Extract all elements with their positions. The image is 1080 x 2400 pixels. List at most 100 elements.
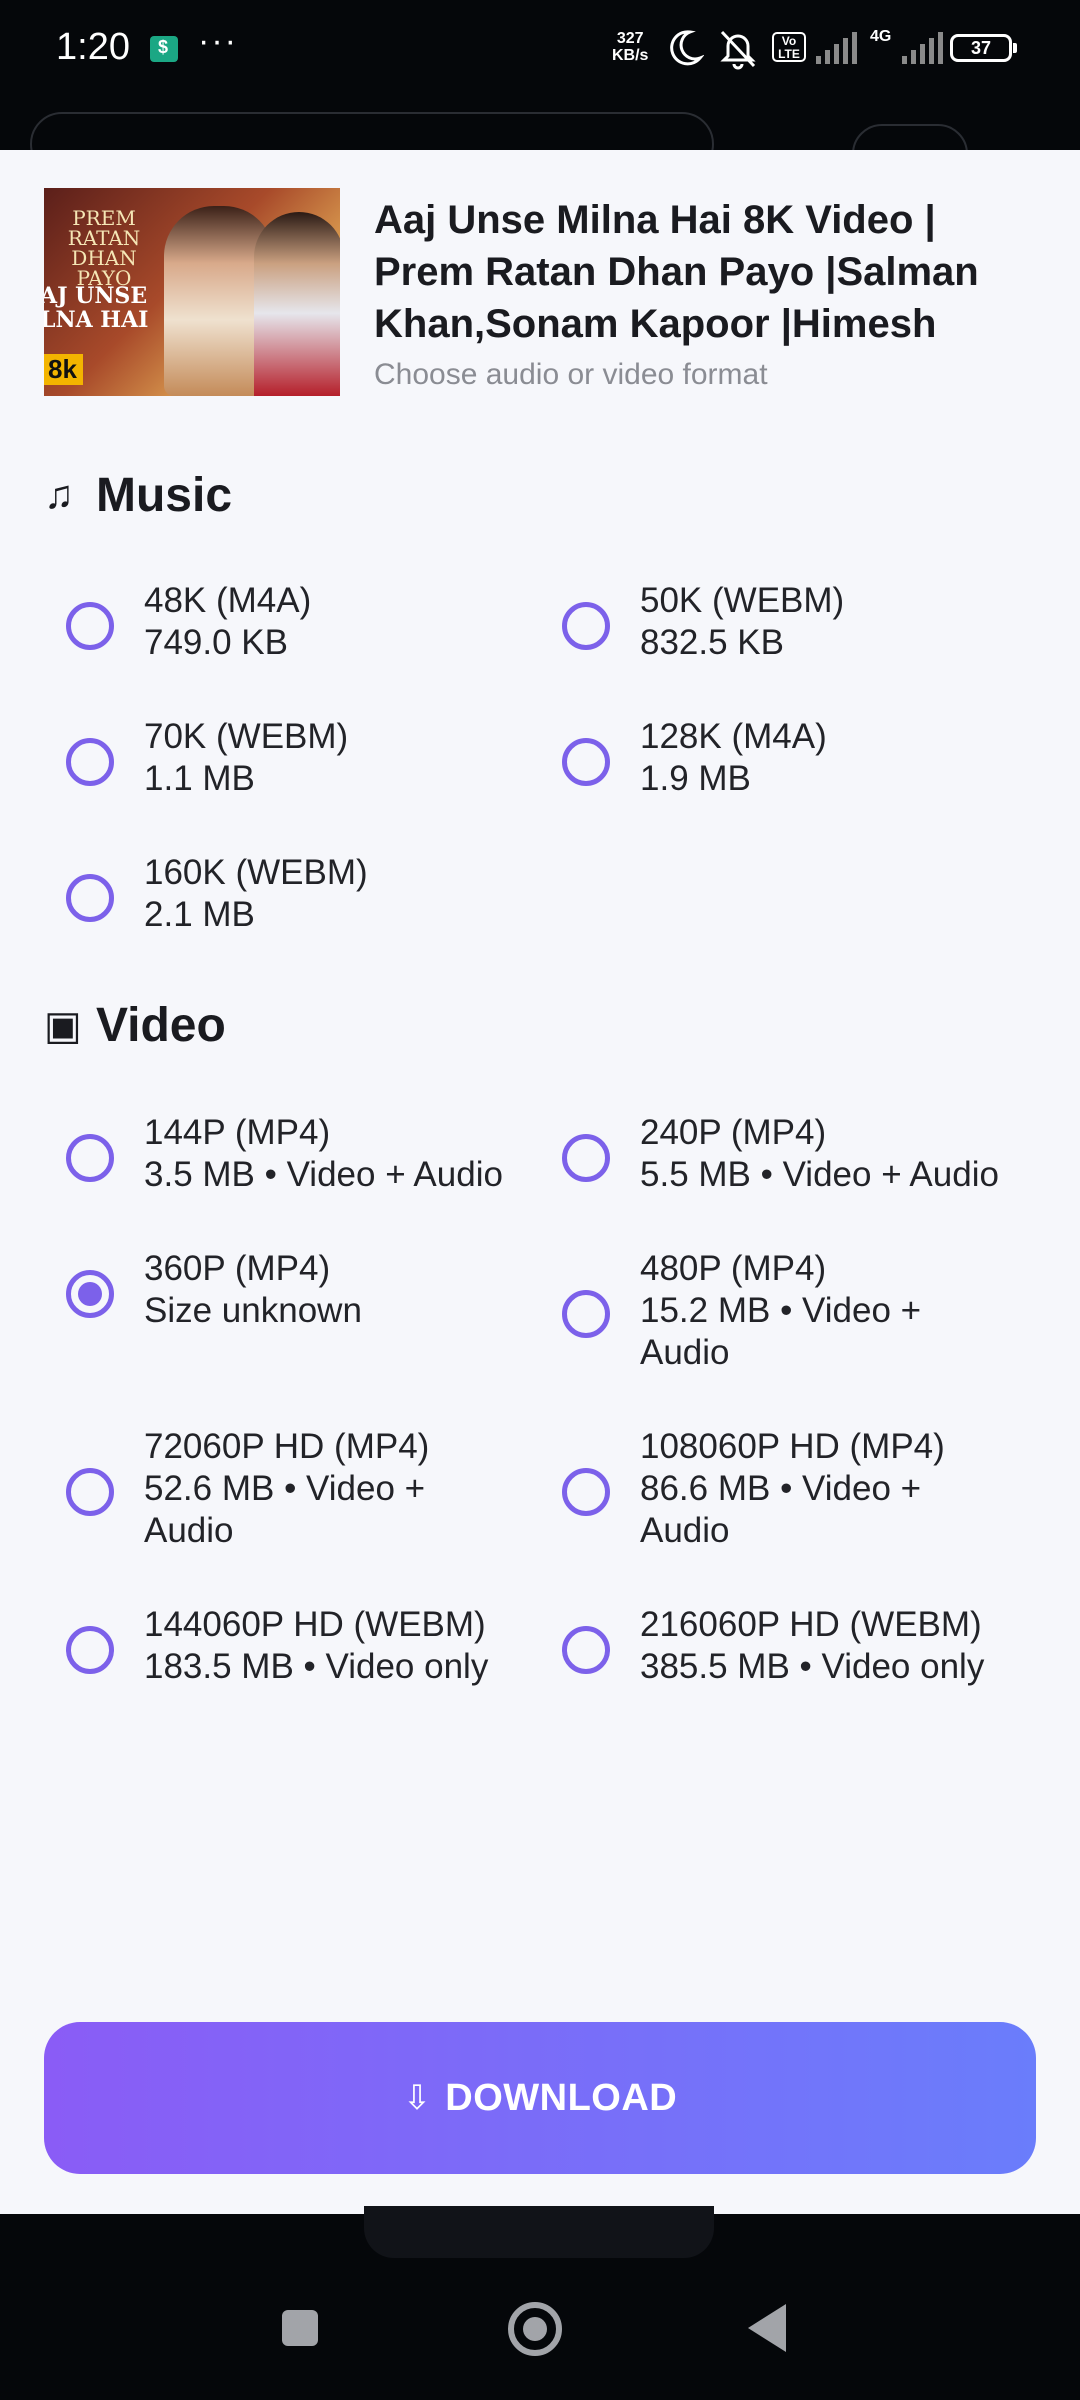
thumbnail-figure-man: [254, 212, 340, 396]
volte-icon: Vo LTE: [772, 32, 806, 62]
option-format: 144060P HD (WEBM): [144, 1605, 486, 1644]
radio-button-selected[interactable]: [66, 1270, 114, 1318]
music-option-70k[interactable]: 70K (WEBM) 1.1 MB: [66, 716, 348, 800]
option-detail: 15.2 MB • Video + Audio: [640, 1291, 922, 1372]
music-section-title: Music: [96, 469, 233, 522]
signal-strength-icon: [816, 32, 857, 64]
option-format: 480P (MP4): [640, 1249, 827, 1288]
option-detail: 385.5 MB • Video only: [640, 1647, 985, 1686]
video-section-header: ▣ Video: [44, 998, 226, 1053]
video-subtitle: Choose audio or video format: [374, 358, 768, 391]
option-format: 216060P HD (WEBM): [640, 1605, 982, 1644]
video-option-144p[interactable]: 144P (MP4) 3.5 MB • Video + Audio: [66, 1112, 503, 1196]
option-text: 48K (M4A) 749.0 KB: [144, 580, 311, 664]
network-speed-unit: KB/s: [612, 47, 649, 64]
option-format: 240P (MP4): [640, 1113, 827, 1152]
option-detail: 1.9 MB: [640, 759, 751, 798]
option-detail: 749.0 KB: [144, 623, 288, 662]
video-frame-icon: ▣: [44, 1003, 82, 1048]
radio-button[interactable]: [562, 1134, 610, 1182]
thumbnail-song-text: AJ UNSE LNA HAI: [44, 283, 149, 333]
option-text: 144060P HD (WEBM) 183.5 MB • Video only: [144, 1604, 488, 1688]
option-detail: 183.5 MB • Video only: [144, 1647, 489, 1686]
download-button-label: DOWNLOAD: [445, 2076, 678, 2119]
option-text: 480P (MP4) 15.2 MB • Video + Audio: [640, 1248, 960, 1374]
option-detail: 832.5 KB: [640, 623, 784, 662]
option-text: 144P (MP4) 3.5 MB • Video + Audio: [144, 1112, 503, 1196]
option-text: 216060P HD (WEBM) 385.5 MB • Video only: [640, 1604, 984, 1688]
radio-button[interactable]: [562, 738, 610, 786]
recent-apps-button[interactable]: [282, 2310, 318, 2346]
radio-button[interactable]: [562, 1626, 610, 1674]
option-format: 108060P HD (MP4): [640, 1427, 945, 1466]
volte-bottom-text: LTE: [778, 47, 800, 61]
music-note-icon: ♫: [44, 473, 74, 517]
background-nav-pill: [364, 2206, 714, 2258]
video-option-480p[interactable]: 480P (MP4) 15.2 MB • Video + Audio: [562, 1248, 960, 1374]
option-text: 50K (WEBM) 832.5 KB: [640, 580, 844, 664]
thumbnail-8k-badge: 8k: [44, 354, 83, 385]
option-detail: 52.6 MB • Video + Audio: [144, 1469, 426, 1550]
option-text: 240P (MP4) 5.5 MB • Video + Audio: [640, 1112, 999, 1196]
option-detail: 3.5 MB • Video + Audio: [144, 1155, 503, 1194]
option-text: 108060P HD (MP4) 86.6 MB • Video + Audio: [640, 1426, 960, 1552]
option-detail: 5.5 MB • Video + Audio: [640, 1155, 999, 1194]
battery-icon: 37: [950, 34, 1017, 62]
option-format: 50K (WEBM): [640, 581, 845, 620]
video-thumbnail: PREM RATAN DHAN PAYO AJ UNSE LNA HAI 8k: [44, 188, 340, 396]
option-text: 360P (MP4) Size unknown: [144, 1248, 362, 1332]
option-format: 70K (WEBM): [144, 717, 349, 756]
radio-button[interactable]: [66, 1134, 114, 1182]
more-notifications-icon: ···: [198, 22, 238, 60]
video-option-720p[interactable]: 72060P HD (MP4) 52.6 MB • Video + Audio: [66, 1426, 464, 1552]
video-option-2160p[interactable]: 216060P HD (WEBM) 385.5 MB • Video only: [562, 1604, 984, 1688]
video-section-title: Video: [96, 999, 226, 1052]
option-text: 72060P HD (MP4) 52.6 MB • Video + Audio: [144, 1426, 464, 1552]
clock: 1:20: [56, 26, 130, 68]
option-format: 360P (MP4): [144, 1249, 331, 1288]
music-option-48k[interactable]: 48K (M4A) 749.0 KB: [66, 580, 311, 664]
option-detail: 1.1 MB: [144, 759, 255, 798]
message-app-icon: [150, 36, 178, 62]
video-option-360p[interactable]: 360P (MP4) Size unknown: [66, 1248, 362, 1332]
option-format: 128K (M4A): [640, 717, 827, 756]
music-option-128k[interactable]: 128K (M4A) 1.9 MB: [562, 716, 827, 800]
network-type: 4G: [870, 28, 892, 45]
format-picker-sheet: PREM RATAN DHAN PAYO AJ UNSE LNA HAI 8k …: [0, 150, 1080, 2214]
option-format: 72060P HD (MP4): [144, 1427, 430, 1466]
option-detail: 2.1 MB: [144, 895, 255, 934]
video-option-1080p[interactable]: 108060P HD (MP4) 86.6 MB • Video + Audio: [562, 1426, 960, 1552]
radio-button[interactable]: [66, 1626, 114, 1674]
option-detail: Size unknown: [144, 1291, 362, 1330]
network-speed: 327 KB/s: [612, 30, 648, 64]
mute-bell-icon: [720, 30, 756, 70]
radio-button[interactable]: [66, 1468, 114, 1516]
radio-button[interactable]: [66, 602, 114, 650]
radio-button[interactable]: [562, 1468, 610, 1516]
music-option-160k[interactable]: 160K (WEBM) 2.1 MB: [66, 852, 368, 936]
back-button[interactable]: [748, 2304, 786, 2352]
signal-strength-icon-2: [902, 32, 943, 64]
option-format: 48K (M4A): [144, 581, 312, 620]
video-option-240p[interactable]: 240P (MP4) 5.5 MB • Video + Audio: [562, 1112, 999, 1196]
radio-button[interactable]: [562, 602, 610, 650]
home-button[interactable]: [508, 2302, 562, 2356]
option-format: 160K (WEBM): [144, 853, 368, 892]
do-not-disturb-moon-icon: [670, 30, 704, 66]
music-section-header: ♫ Music: [44, 468, 232, 523]
video-title: Aaj Unse Milna Hai 8K Video | Prem Ratan…: [374, 198, 979, 346]
option-text: 128K (M4A) 1.9 MB: [640, 716, 827, 800]
status-bar: 1:20 ··· 327 KB/s Vo LTE 4G 37: [0, 0, 1080, 100]
download-button[interactable]: ⇩ DOWNLOAD: [44, 2022, 1036, 2174]
radio-button[interactable]: [66, 738, 114, 786]
radio-button[interactable]: [562, 1290, 610, 1338]
music-option-50k[interactable]: 50K (WEBM) 832.5 KB: [562, 580, 844, 664]
system-navigation-bar: [0, 2258, 1080, 2400]
video-option-1440p[interactable]: 144060P HD (WEBM) 183.5 MB • Video only: [66, 1604, 488, 1688]
network-speed-value: 327: [616, 30, 644, 47]
option-text: 70K (WEBM) 1.1 MB: [144, 716, 348, 800]
option-text: 160K (WEBM) 2.1 MB: [144, 852, 368, 936]
radio-button[interactable]: [66, 874, 114, 922]
option-format: 144P (MP4): [144, 1113, 331, 1152]
option-detail: 86.6 MB • Video + Audio: [640, 1469, 922, 1550]
